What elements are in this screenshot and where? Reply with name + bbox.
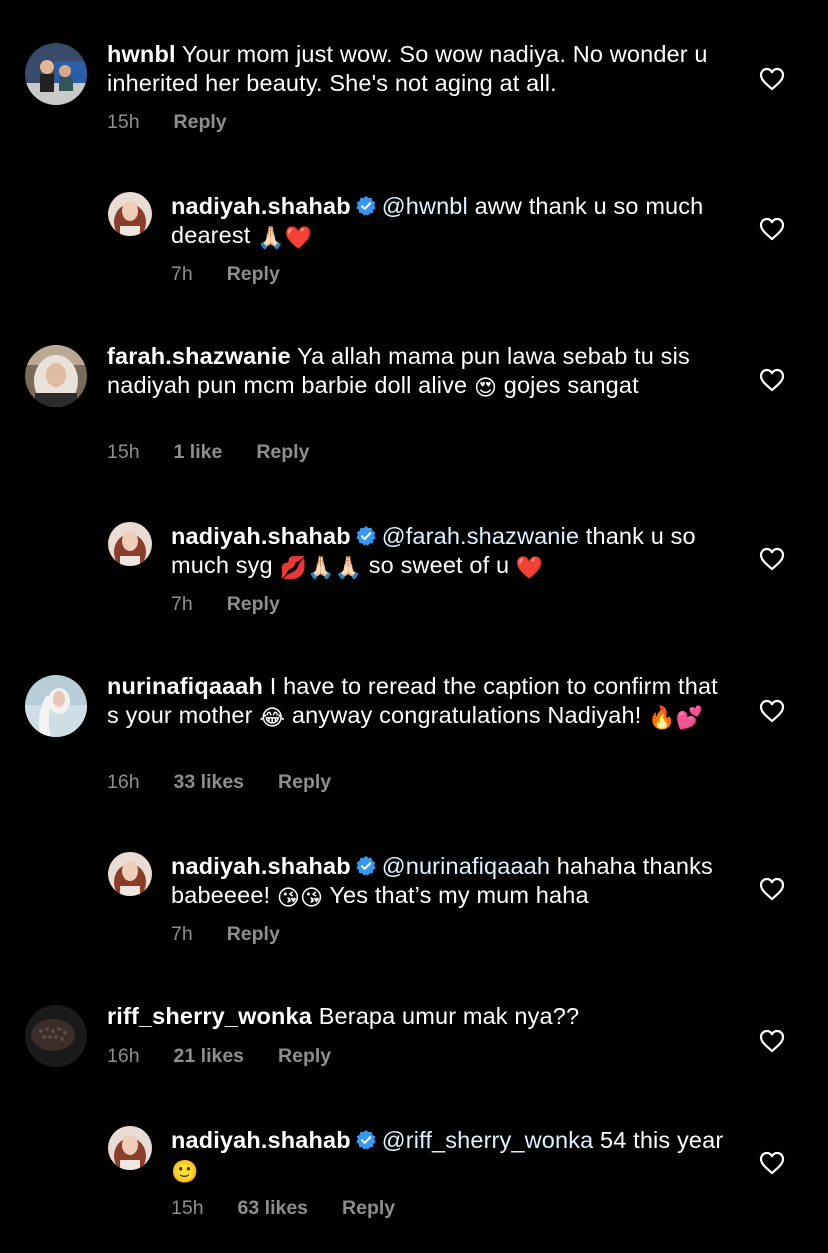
folded-hands-emoji: 🙏🏻 [334, 554, 363, 580]
heart-outline-icon[interactable] [759, 368, 785, 392]
verified-badge-icon [356, 855, 376, 876]
reply-button[interactable]: Reply [256, 441, 309, 464]
face-blowing-kiss-emoji: 😘 [276, 884, 300, 910]
comment-body: Your mom just wow. So wow nadiya. No won… [107, 41, 708, 96]
reply-text: nadiyah.shahab @farah.shazwanie thank u s… [171, 522, 731, 579]
comment-meta: 15h Reply [107, 111, 261, 134]
heart-eyes-emoji: 😍 [473, 374, 498, 400]
avatar[interactable] [108, 192, 152, 236]
reply-username[interactable]: nadiyah.shahab [171, 1127, 351, 1153]
heart-emoji: ❤️ [284, 224, 313, 250]
comment-text: nurinafiqaaah I have to reread the capti… [107, 672, 727, 729]
face-blowing-kiss-emoji: 😘 [300, 884, 324, 910]
two-hearts-emoji: 💕 [675, 704, 704, 730]
comment-text: riff_sherry_wonka Berapa umur mak nya?? [107, 1002, 727, 1031]
likes-count[interactable]: 33 likes [174, 771, 244, 794]
reply-text: nadiyah.shahab @riff_sherry_wonka 54 this… [171, 1126, 731, 1183]
heart-outline-icon[interactable] [759, 877, 785, 901]
reply-username[interactable]: nadiyah.shahab [171, 853, 351, 879]
likes-count[interactable]: 21 likes [174, 1045, 244, 1068]
reply-body-continued: Yes that’s my mum haha [329, 881, 589, 908]
heart-outline-icon[interactable] [759, 699, 785, 723]
comment-meta: 15h 1 like Reply [107, 441, 343, 464]
reply-time: 7h [171, 263, 193, 285]
avatar[interactable] [25, 43, 87, 105]
reply-text: nadiyah.shahab @hwnbl aww thank u so much… [171, 192, 731, 249]
reply-username[interactable]: nadiyah.shahab [171, 523, 351, 549]
reply-time: 15h [171, 1197, 204, 1219]
comment-username[interactable]: farah.shazwanie [107, 343, 291, 369]
comment-body-continued: gojes sangat [503, 371, 639, 398]
reply-meta: 7h Reply [171, 263, 314, 286]
comment-text: farah.shazwanie Ya allah mama pun lawa s… [107, 342, 727, 399]
folded-hands-emoji: 🙏🏻 [307, 554, 335, 580]
avatar[interactable] [108, 1126, 152, 1170]
reply-body-continued: so sweet of u [368, 551, 510, 578]
reply-meta: 7h Reply [171, 923, 314, 946]
likes-count[interactable]: 1 like [174, 441, 223, 464]
kiss-lips-emoji: 💋 [279, 554, 307, 580]
mention-link[interactable]: @hwnbl [382, 193, 468, 219]
comment-text: hwnbl Your mom just wow. So wow nadiya. … [107, 40, 727, 97]
avatar[interactable] [25, 345, 87, 407]
verified-badge-icon [356, 195, 376, 216]
comment-time: 15h [107, 111, 140, 133]
reply-username[interactable]: nadiyah.shahab [171, 193, 351, 219]
comment-meta: 16h 21 likes Reply [107, 1045, 365, 1068]
comments-screen: { "comments": [ { "id": "c1", "username"… [0, 0, 828, 1253]
heart-outline-icon[interactable] [759, 217, 785, 241]
slightly-smiling-emoji: 🙂 [171, 1158, 199, 1184]
avatar[interactable] [25, 675, 87, 737]
comment-time: 16h [107, 771, 140, 793]
avatar[interactable] [108, 852, 152, 896]
likes-count[interactable]: 63 likes [238, 1197, 308, 1220]
reply-button[interactable]: Reply [227, 593, 280, 616]
comment-time: 15h [107, 441, 140, 463]
comment-username[interactable]: nurinafiqaaah [107, 673, 263, 699]
comment-username[interactable]: hwnbl [107, 41, 176, 67]
reply-button[interactable]: Reply [342, 1197, 395, 1220]
heart-outline-icon[interactable] [759, 547, 785, 571]
avatar[interactable] [108, 522, 152, 566]
mention-link[interactable]: @riff_sherry_wonka [382, 1127, 594, 1153]
reply-button[interactable]: Reply [278, 771, 331, 794]
reply-meta: 7h Reply [171, 593, 314, 616]
mention-link[interactable]: @nurinafiqaaah [382, 853, 550, 879]
comment-meta: 16h 33 likes Reply [107, 771, 365, 794]
folded-hands-emoji: 🙏🏻 [257, 224, 285, 250]
comment-body: Berapa umur mak nya?? [318, 1003, 580, 1029]
avatar[interactable] [25, 1005, 87, 1067]
reply-button[interactable]: Reply [227, 923, 280, 946]
tears-of-joy-emoji: 😂 [259, 704, 286, 730]
reply-text: nadiyah.shahab @nurinafiqaaah hahaha than… [171, 852, 731, 909]
heart-outline-icon[interactable] [759, 1029, 785, 1053]
reply-body: 54 this year [600, 1127, 724, 1153]
heart-emoji: ❤️ [515, 554, 544, 580]
heart-outline-icon[interactable] [759, 1151, 785, 1175]
fire-emoji: 🔥 [648, 704, 676, 730]
reply-button[interactable]: Reply [174, 111, 227, 134]
comment-time: 16h [107, 1045, 140, 1067]
reply-time: 7h [171, 923, 193, 945]
comment-body-continued: anyway congratulations Nadiyah! [291, 701, 642, 728]
mention-link[interactable]: @farah.shazwanie [382, 523, 579, 549]
heart-outline-icon[interactable] [759, 67, 785, 91]
reply-meta: 15h 63 likes Reply [171, 1197, 429, 1220]
reply-time: 7h [171, 593, 193, 615]
reply-button[interactable]: Reply [278, 1045, 331, 1068]
reply-button[interactable]: Reply [227, 263, 280, 286]
comment-username[interactable]: riff_sherry_wonka [107, 1003, 312, 1029]
verified-badge-icon [356, 525, 376, 546]
verified-badge-icon [356, 1129, 376, 1150]
